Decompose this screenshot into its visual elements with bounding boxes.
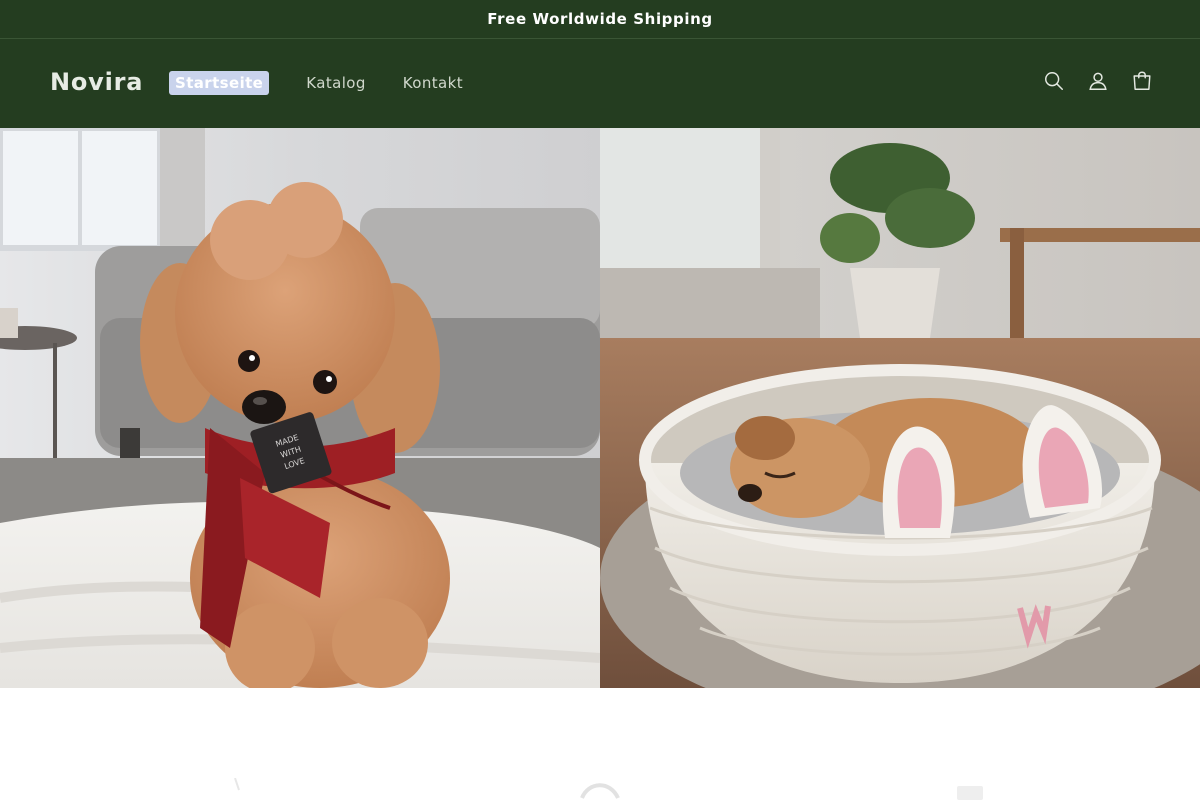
feature-icon-3 [957, 786, 983, 800]
announcement-text: Free Worldwide Shipping [487, 10, 713, 28]
nav-kontakt[interactable]: Kontakt [403, 71, 463, 95]
header-icons [1042, 69, 1154, 93]
hero-image-poodle[interactable]: MADE WITH LOVE [0, 128, 600, 688]
feature-icon-2 [580, 783, 620, 799]
poodle-photo: MADE WITH LOVE [0, 128, 600, 688]
features-section [0, 688, 1200, 800]
nav-katalog[interactable]: Katalog [306, 71, 366, 95]
cart-button[interactable] [1130, 69, 1154, 93]
site-logo[interactable]: Novira [50, 68, 143, 96]
main-navigation: Startseite Katalog Kontakt [169, 71, 500, 95]
hero-banner: MADE WITH LOVE [0, 128, 1200, 688]
search-button[interactable] [1042, 69, 1066, 93]
site-header: Novira Startseite Katalog Kontakt [0, 39, 1200, 128]
bunny-basket-photo [600, 128, 1200, 688]
nav-startseite[interactable]: Startseite [169, 71, 270, 95]
account-icon [1089, 72, 1107, 90]
hero-image-bunny-basket[interactable] [600, 128, 1200, 688]
cart-icon [1133, 71, 1151, 90]
announcement-bar: Free Worldwide Shipping [0, 0, 1200, 39]
search-icon [1045, 72, 1063, 90]
account-button[interactable] [1086, 69, 1110, 93]
feature-icon-1 [234, 778, 240, 791]
